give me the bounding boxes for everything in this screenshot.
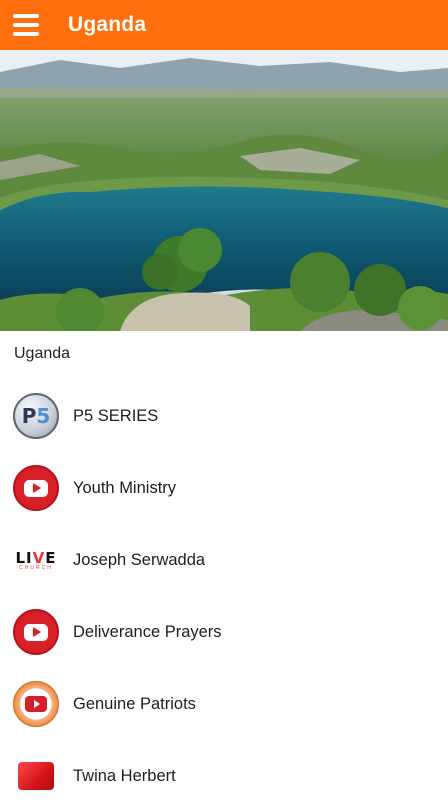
live-logo-subtext: CHURCH xyxy=(19,565,53,571)
list-item-label: Genuine Patriots xyxy=(73,694,196,713)
list-item-twina-herbert[interactable]: Twina Herbert xyxy=(0,740,448,800)
red-square-icon xyxy=(18,762,54,790)
list-item-label: Youth Ministry xyxy=(73,478,177,497)
channel-list: P5 P5 SERIES Youth Ministry LIVE CHURCH … xyxy=(0,380,448,800)
youtube-icon xyxy=(13,609,59,655)
section-title: Uganda xyxy=(14,345,71,362)
list-item-label: Joseph Serwadda xyxy=(73,550,206,569)
list-item-joseph-serwadda[interactable]: LIVE CHURCH Joseph Serwadda xyxy=(0,524,448,596)
list-item-genuine-patriots[interactable]: Genuine Patriots xyxy=(0,668,448,740)
genuine-patriots-logo-icon xyxy=(13,681,59,727)
hamburger-menu-icon[interactable] xyxy=(0,0,50,50)
live-church-logo-icon: LIVE CHURCH xyxy=(13,537,59,583)
list-item-label: P5 SERIES xyxy=(73,406,159,425)
hero-image xyxy=(0,50,448,331)
list-item-label: Twina Herbert xyxy=(73,766,176,785)
list-item-p5-series[interactable]: P5 P5 SERIES xyxy=(0,380,448,452)
list-item-deliverance-prayers[interactable]: Deliverance Prayers xyxy=(0,596,448,668)
list-item-label: Deliverance Prayers xyxy=(73,622,222,641)
p5-logo-icon: P5 xyxy=(13,393,59,439)
page-title: Uganda xyxy=(68,13,147,36)
app-bar: Uganda xyxy=(0,0,448,50)
list-item-youth-ministry[interactable]: Youth Ministry xyxy=(0,452,448,524)
youtube-icon xyxy=(13,465,59,511)
